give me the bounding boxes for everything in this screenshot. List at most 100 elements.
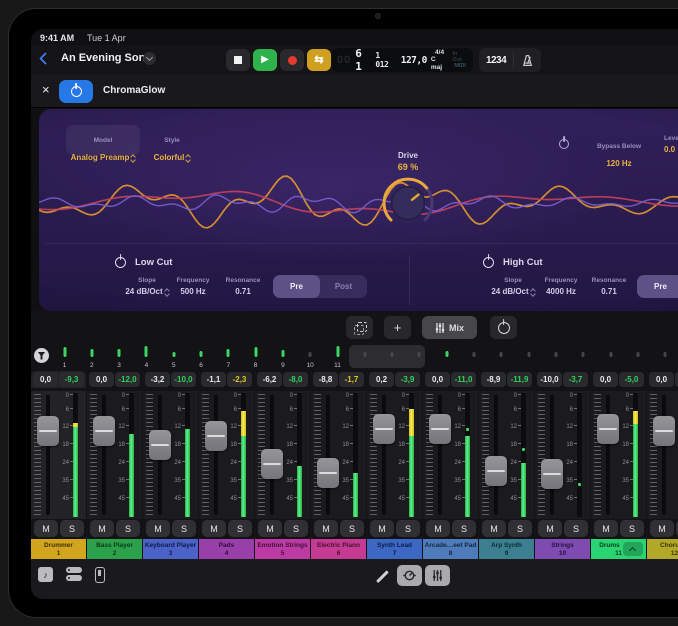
fader-groove[interactable]: [550, 395, 554, 515]
fader-groove[interactable]: [606, 395, 610, 515]
mute-button[interactable]: M: [594, 520, 618, 537]
overview-cell[interactable]: [379, 345, 406, 370]
overview-cell[interactable]: [433, 345, 460, 370]
solo-button[interactable]: S: [508, 520, 532, 537]
model-selector[interactable]: Model Analog Preamp: [66, 125, 140, 155]
mute-button[interactable]: M: [370, 520, 394, 537]
play-surface-icon[interactable]: [95, 567, 105, 583]
track-name-cell[interactable]: Emotion Strings5: [255, 539, 310, 559]
solo-button[interactable]: S: [564, 520, 588, 537]
overview-cell[interactable]: [597, 345, 624, 370]
peak-value[interactable]: -11,0: [451, 372, 476, 387]
overview-cell[interactable]: 7: [215, 345, 242, 370]
song-title[interactable]: An Evening Song: [61, 52, 152, 64]
lcd-display[interactable]: 00 6 1 1 012 127,0 4/4 C maj In Out MIDI: [332, 48, 473, 72]
back-chevron-icon[interactable]: [39, 52, 52, 65]
style-selector[interactable]: Style Colorful: [143, 125, 201, 155]
track-name-cell[interactable]: Arp Synth9: [479, 539, 534, 559]
fader-groove[interactable]: [46, 395, 50, 515]
fader-groove[interactable]: [494, 395, 498, 515]
track-name-cell[interactable]: Pads4: [199, 539, 254, 559]
peak-value[interactable]: -5,0: [619, 372, 644, 387]
pre-button[interactable]: Pre: [637, 275, 678, 298]
solo-button[interactable]: S: [284, 520, 308, 537]
pencil-icon[interactable]: [376, 570, 388, 582]
peak-value[interactable]: -9,3: [59, 372, 84, 387]
volume-value[interactable]: -1,1: [201, 372, 226, 387]
fader-cap[interactable]: [429, 414, 451, 444]
fader-groove[interactable]: [214, 395, 218, 515]
peak-value[interactable]: -8,0: [283, 372, 308, 387]
solo-button[interactable]: S: [228, 520, 252, 537]
mixer-power-button[interactable]: [490, 316, 517, 339]
volume-value[interactable]: -8,8: [313, 372, 338, 387]
fader-cap[interactable]: [373, 414, 395, 444]
level-control[interactable]: Level 0.0: [664, 135, 678, 154]
fader-groove[interactable]: [326, 395, 330, 515]
overview-cell[interactable]: [351, 345, 378, 370]
stop-button[interactable]: [226, 49, 250, 71]
post-button[interactable]: Post: [320, 275, 367, 298]
overview-cell[interactable]: 9: [269, 345, 296, 370]
track-name-cell[interactable]: Keyboard Player3: [143, 539, 198, 559]
overview-cell[interactable]: 5: [160, 345, 187, 370]
overview-cell[interactable]: 10: [297, 345, 324, 370]
fader-groove[interactable]: [438, 395, 442, 515]
overview-cell[interactable]: [488, 345, 515, 370]
overview-cell[interactable]: [406, 345, 433, 370]
cycle-button[interactable]: ⇆: [307, 49, 331, 71]
solo-button[interactable]: S: [172, 520, 196, 537]
peak-value[interactable]: -11,9: [507, 372, 532, 387]
fader-cap[interactable]: [149, 430, 171, 460]
peak-value[interactable]: -3,9: [395, 372, 420, 387]
fader-cap[interactable]: [93, 416, 115, 446]
fader-cap[interactable]: [653, 416, 675, 446]
mix-view-button[interactable]: Mix: [422, 316, 477, 339]
mute-button[interactable]: M: [650, 520, 674, 537]
mute-button[interactable]: M: [314, 520, 338, 537]
track-name-cell[interactable]: Synth Lead7: [367, 539, 422, 559]
volume-value[interactable]: 0,0: [649, 372, 674, 387]
mixer-view-button[interactable]: [425, 565, 450, 586]
track-name-cell[interactable]: Chorus V12: [647, 539, 678, 559]
peak-value[interactable]: -3,7: [563, 372, 588, 387]
fader-cap[interactable]: [37, 416, 59, 446]
record-button[interactable]: [280, 49, 304, 71]
fader-cap[interactable]: [541, 459, 563, 489]
mute-button[interactable]: M: [258, 520, 282, 537]
track-name-cell[interactable]: Strings10: [535, 539, 590, 559]
overview-cell[interactable]: 6: [188, 345, 215, 370]
filter-button[interactable]: [34, 348, 49, 363]
count-in-button[interactable]: 1234: [486, 55, 506, 66]
volume-value[interactable]: -3,2: [145, 372, 170, 387]
mute-button[interactable]: M: [146, 520, 170, 537]
mute-button[interactable]: M: [90, 520, 114, 537]
mute-button[interactable]: M: [482, 520, 506, 537]
mute-button[interactable]: M: [34, 520, 58, 537]
overview-cell[interactable]: 4: [133, 345, 160, 370]
controls-view-button[interactable]: [397, 565, 422, 586]
mute-button[interactable]: M: [202, 520, 226, 537]
add-button[interactable]: +: [384, 316, 411, 339]
overview-cell[interactable]: 1: [51, 345, 78, 370]
drive-knob[interactable]: [378, 173, 438, 233]
overview-cell[interactable]: [570, 345, 597, 370]
fader-cap[interactable]: [317, 458, 339, 488]
overview-cell[interactable]: [461, 345, 488, 370]
solo-button[interactable]: S: [116, 520, 140, 537]
volume-value[interactable]: 0,0: [593, 372, 618, 387]
fader-cap[interactable]: [261, 449, 283, 479]
collapse-chevron-button[interactable]: [623, 542, 643, 556]
fader-cap[interactable]: [597, 414, 619, 444]
fader-groove[interactable]: [662, 395, 666, 515]
overview-cell[interactable]: [515, 345, 542, 370]
overview-cell[interactable]: 8: [242, 345, 269, 370]
close-icon[interactable]: ×: [42, 83, 50, 96]
high-cut-power-icon[interactable]: [483, 257, 494, 268]
mute-button[interactable]: M: [538, 520, 562, 537]
overview-cell[interactable]: [652, 345, 678, 370]
fader-groove[interactable]: [102, 395, 106, 515]
solo-button[interactable]: S: [340, 520, 364, 537]
tracks-icon[interactable]: [66, 567, 82, 582]
track-name-cell[interactable]: Bass Player2: [87, 539, 142, 559]
